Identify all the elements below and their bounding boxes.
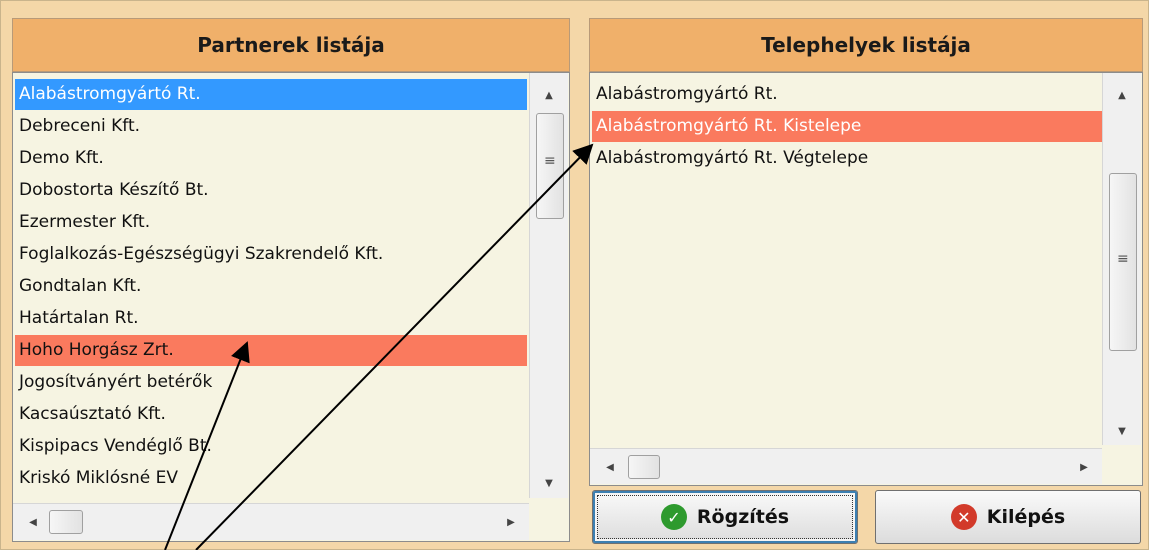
- scroll-down-icon[interactable]: ▼: [1112, 421, 1132, 441]
- sites-vertical-scrollbar[interactable]: ▲ ≡ ▼: [1102, 73, 1141, 445]
- save-button-label: Rögzítés: [696, 506, 790, 528]
- scroll-down-icon[interactable]: ▼: [539, 473, 559, 493]
- partners-vertical-thumb[interactable]: ≡: [536, 113, 564, 219]
- partner-item[interactable]: Kriskó Miklósné EV: [15, 463, 178, 494]
- sites-list[interactable]: Alabástromgyártó Rt. Alabástromgyártó Rt…: [589, 72, 1143, 486]
- partner-item[interactable]: Ezermester Kft.: [15, 207, 150, 238]
- partner-item[interactable]: Jogosítványért betérők: [15, 367, 212, 398]
- sites-title: Telephelyek listája: [761, 33, 971, 57]
- scroll-right-icon[interactable]: ▶: [1074, 457, 1094, 477]
- exit-button-label: Kilépés: [986, 506, 1066, 528]
- grip-icon: ≡: [544, 153, 556, 169]
- scroll-left-icon[interactable]: ◀: [23, 512, 43, 532]
- partners-horizontal-thumb[interactable]: [49, 510, 83, 534]
- site-item[interactable]: Alabástromgyártó Rt. Végtelepe: [592, 143, 868, 174]
- partner-item-selected[interactable]: Hoho Horgász Zrt.: [15, 335, 527, 366]
- save-button[interactable]: ✓ Rögzítés: [592, 490, 858, 544]
- scroll-up-icon[interactable]: ▲: [1112, 85, 1132, 105]
- partner-item[interactable]: Kacsaúsztató Kft.: [15, 399, 166, 430]
- partners-horizontal-scrollbar[interactable]: ◀ ▶: [13, 503, 529, 540]
- scroll-up-icon[interactable]: ▲: [539, 85, 559, 105]
- partner-item[interactable]: Kispipacs Vendéglő Bt.: [15, 431, 212, 462]
- sites-horizontal-scrollbar[interactable]: ◀ ▶: [590, 448, 1102, 484]
- partner-item[interactable]: Határtalan Rt.: [15, 303, 139, 334]
- partners-header: Partnerek listája: [12, 18, 570, 72]
- partner-item[interactable]: Demo Kft.: [15, 143, 104, 174]
- partners-title: Partnerek listája: [197, 33, 385, 57]
- close-icon: ✕: [950, 504, 977, 530]
- site-item-selected[interactable]: Alabástromgyártó Rt. Kistelepe: [592, 111, 1102, 142]
- exit-button[interactable]: ✕ Kilépés: [875, 490, 1141, 544]
- site-item[interactable]: Alabástromgyártó Rt.: [592, 79, 778, 110]
- partners-list[interactable]: Alabástromgyártó Rt. Debreceni Kft. Demo…: [12, 72, 570, 542]
- scroll-right-icon[interactable]: ▶: [501, 512, 521, 532]
- sites-header: Telephelyek listája: [589, 18, 1143, 72]
- grip-icon: ≡: [1117, 251, 1129, 267]
- partners-vertical-scrollbar[interactable]: ▲ ≡ ▼: [529, 73, 568, 498]
- scroll-left-icon[interactable]: ◀: [600, 457, 620, 477]
- sites-horizontal-thumb[interactable]: [628, 455, 660, 479]
- partner-item[interactable]: Dobostorta Készítő Bt.: [15, 175, 209, 206]
- check-icon: ✓: [660, 504, 687, 530]
- partner-item[interactable]: Gondtalan Kft.: [15, 271, 141, 302]
- sites-vertical-thumb[interactable]: ≡: [1109, 173, 1137, 351]
- partner-item[interactable]: Debreceni Kft.: [15, 111, 140, 142]
- partner-item[interactable]: Alabástromgyártó Rt.: [15, 79, 527, 110]
- partner-item[interactable]: Foglalkozás-Egészségügyi Szakrendelő Kft…: [15, 239, 383, 270]
